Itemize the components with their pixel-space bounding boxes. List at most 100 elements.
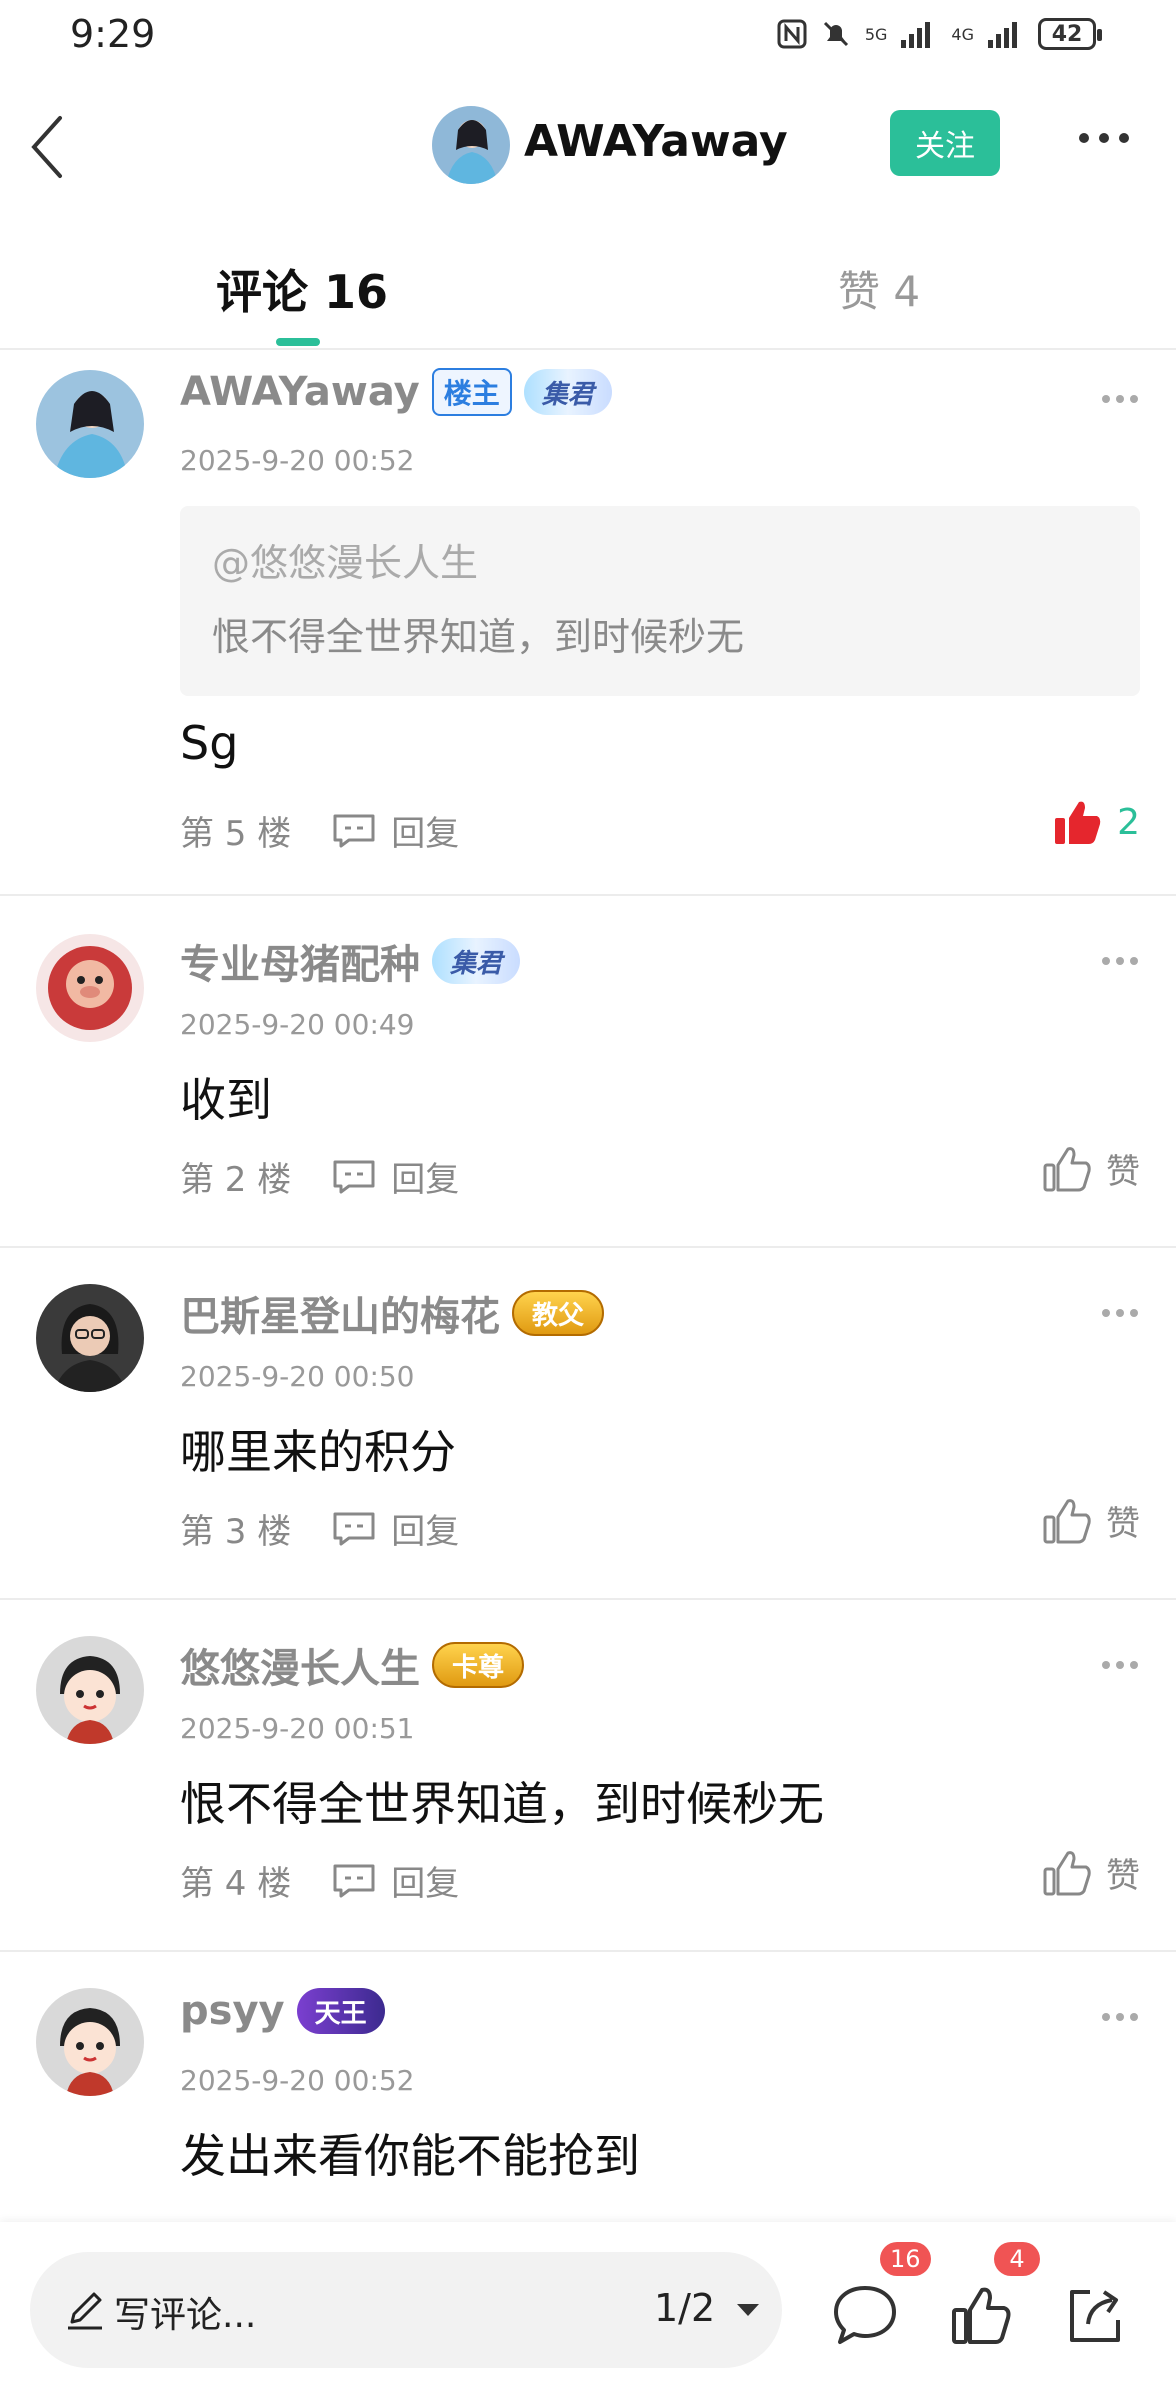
battery-icon: 42: [1038, 18, 1102, 50]
thumbs-up-icon: [1043, 1146, 1091, 1191]
like-button[interactable]: 赞: [1042, 1144, 1140, 1193]
owner-badge: 楼主: [431, 368, 512, 416]
comment-item: AWAYaway 楼主 集君 2025-9-20 00:52 @悠悠漫长人生 恨…: [0, 352, 1176, 896]
reply-label: 回复: [391, 1160, 460, 1200]
like-button[interactable]: 2: [1053, 798, 1140, 846]
comment-name-row: psyy 天王: [180, 1988, 385, 2034]
comment-avatar[interactable]: [36, 1284, 144, 1392]
signal-icon: [901, 22, 931, 48]
reply-button[interactable]: 回复: [331, 1504, 459, 1553]
comment-content: Sg: [180, 716, 239, 770]
comment-more-icon[interactable]: [1100, 954, 1140, 968]
header: AWAYaway 关注: [0, 90, 1176, 200]
comment-avatar[interactable]: [36, 1988, 144, 2096]
comment-item: 专业母猪配种 集君 2025-9-20 00:49 收到 第 2 楼 回复 赞: [0, 896, 1176, 1248]
reply-icon: [333, 1864, 375, 1897]
pen-icon: [68, 2292, 102, 2330]
comment-time: 2025-9-20 00:52: [180, 2064, 415, 2097]
comment-username[interactable]: psyy: [180, 1988, 285, 2034]
reply-icon: [333, 1160, 375, 1193]
reply-icon: [333, 814, 375, 847]
comment-content: 哪里来的积分: [180, 1425, 456, 1479]
nfc-icon: [777, 19, 807, 49]
comment-content: 发出来看你能不能抢到: [180, 2129, 640, 2183]
page-indicator[interactable]: 1/2: [654, 2286, 715, 2330]
tab-active-indicator: [276, 338, 320, 346]
thumbs-up-icon: [1043, 1850, 1091, 1895]
medal-badge: 集君: [432, 938, 521, 984]
comment-content: 恨不得全世界知道，到时候秒无: [180, 1777, 824, 1831]
floor-label: 第 4 楼: [180, 1864, 292, 1904]
comment-avatar[interactable]: [36, 370, 144, 478]
comment-footer: 第 5 楼 回复: [180, 806, 459, 855]
signal-icon-2: [988, 22, 1017, 48]
comment-time: 2025-9-20 00:49: [180, 1008, 415, 1041]
like-button[interactable]: 赞: [1042, 1848, 1140, 1897]
reply-label: 回复: [391, 1512, 460, 1552]
comment-more-icon[interactable]: [1100, 1306, 1140, 1320]
comment-footer: 第 2 楼 回复: [180, 1152, 459, 1201]
reply-button[interactable]: 回复: [331, 1856, 459, 1905]
status-bar: 9:29 5G 4G 42: [0, 0, 1176, 72]
status-time: 9:29: [70, 12, 156, 56]
quoted-text: 恨不得全世界知道，到时候秒无: [212, 615, 745, 659]
medal-badge: 卡尊: [432, 1642, 525, 1688]
quoted-comment[interactable]: @悠悠漫长人生 恨不得全世界知道，到时候秒无: [180, 506, 1140, 696]
caret-down-icon[interactable]: [735, 2302, 761, 2318]
comment-time: 2025-9-20 00:52: [180, 444, 415, 477]
comment-footer: 第 4 楼 回复: [180, 1856, 459, 1905]
like-count: 2: [1117, 801, 1140, 843]
like-label: 赞: [1106, 1856, 1140, 1896]
tab-comments[interactable]: 评论 16: [216, 256, 388, 322]
comment-item: 悠悠漫长人生 卡尊 2025-9-20 00:51 恨不得全世界知道，到时候秒无…: [0, 1600, 1176, 1952]
reply-button[interactable]: 回复: [331, 806, 459, 855]
medal-badge: 集君: [523, 369, 612, 415]
reply-icon: [333, 1512, 375, 1545]
comment-count-badge: 16: [880, 2242, 931, 2276]
like-button[interactable]: 赞: [1042, 1496, 1140, 1545]
floor-label: 第 5 楼: [180, 814, 292, 854]
quoted-username: @悠悠漫长人生: [212, 541, 479, 585]
share-icon[interactable]: [1060, 2280, 1130, 2350]
comment-name-row: 专业母猪配种 集君: [180, 932, 521, 990]
tab-likes[interactable]: 赞 4: [838, 258, 920, 319]
comment-avatar[interactable]: [36, 1636, 144, 1744]
comment-username[interactable]: 专业母猪配种: [180, 932, 420, 990]
reply-label: 回复: [391, 814, 460, 854]
bottom-bar: 写评论... 1/2 16 4: [0, 2222, 1176, 2400]
comment-username[interactable]: AWAYaway: [180, 369, 420, 415]
header-avatar[interactable]: [432, 106, 510, 184]
write-comment-input[interactable]: 写评论... 1/2: [30, 2252, 782, 2368]
comment-username[interactable]: 悠悠漫长人生: [180, 1636, 420, 1694]
comment-time: 2025-9-20 00:50: [180, 1360, 415, 1393]
back-arrow-icon[interactable]: [28, 112, 68, 182]
comment-item: psyy 天王 2025-9-20 00:52 发出来看你能不能抢到: [0, 1952, 1176, 2222]
floor-label: 第 3 楼: [180, 1512, 292, 1552]
follow-button[interactable]: 关注: [890, 110, 1000, 176]
comment-footer: 第 3 楼 回复: [180, 1504, 459, 1553]
comment-name-row: AWAYaway 楼主 集君: [180, 368, 612, 416]
signal-4g-label: 4G: [951, 24, 974, 44]
floor-label: 第 2 楼: [180, 1160, 292, 1200]
more-options-icon[interactable]: [1076, 128, 1132, 148]
comment-more-icon[interactable]: [1100, 1658, 1140, 1672]
like-label: 赞: [1106, 1504, 1140, 1544]
thumbs-up-icon: [1043, 1498, 1091, 1543]
like-count-badge: 4: [994, 2242, 1040, 2276]
comment-username[interactable]: 巴斯星登山的梅花: [180, 1284, 500, 1342]
thumbs-up-filled-icon: [1055, 801, 1101, 844]
tab-bar: 评论 16 赞 4: [0, 230, 1176, 350]
like-label: 赞: [1106, 1152, 1140, 1192]
reply-label: 回复: [391, 1864, 460, 1904]
reply-button[interactable]: 回复: [331, 1152, 459, 1201]
medal-badge: 教父: [512, 1290, 605, 1336]
comment-bubble-icon[interactable]: [830, 2280, 900, 2350]
signal-5g-label: 5G: [864, 24, 888, 44]
comment-avatar[interactable]: [36, 934, 144, 1042]
comment-more-icon[interactable]: [1100, 2010, 1140, 2024]
mute-bell-icon: [823, 21, 848, 47]
header-username[interactable]: AWAYaway: [524, 116, 788, 167]
comment-more-icon[interactable]: [1100, 392, 1140, 406]
thumbs-up-icon[interactable]: [946, 2280, 1016, 2350]
comment-name-row: 巴斯星登山的梅花 教父: [180, 1284, 605, 1342]
